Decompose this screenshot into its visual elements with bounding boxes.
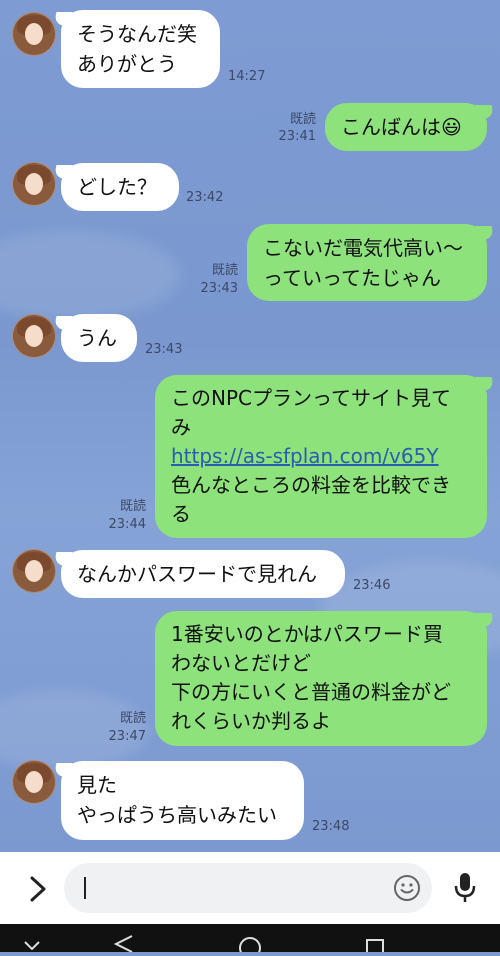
read-receipt: 既読 [119, 499, 146, 514]
message-time: 23:42 [186, 190, 224, 205]
message-input[interactable] [64, 863, 432, 913]
message-line: 色んなところの料金を比較でき [171, 473, 451, 497]
message-line: る [171, 502, 191, 526]
chevron-right-icon[interactable] [22, 872, 52, 906]
message-line: やっぱうち高いみたい [77, 803, 277, 827]
chat-area[interactable]: そうなんだ笑 ありがとう 14:27 既読 23:41 こんばんは😃 どした？ … [0, 0, 500, 852]
message-line: み [171, 415, 191, 439]
contact-avatar[interactable] [12, 760, 56, 804]
contact-avatar[interactable] [12, 12, 56, 56]
incoming-message-bubble[interactable]: 見た やっぱうち高いみたい [61, 761, 304, 840]
contact-avatar[interactable] [12, 314, 56, 358]
read-receipt: 既読 [289, 112, 316, 127]
nav-recent-icon[interactable] [365, 936, 385, 956]
message-line: なんかパスワードで見れん [77, 562, 317, 586]
nav-home-icon[interactable] [238, 934, 262, 956]
message-line: こないだ電気代高い〜 [263, 236, 463, 260]
microphone-icon[interactable] [450, 870, 480, 906]
message-time: 23:41 [278, 129, 316, 144]
message-line: こんばんは😃 [341, 115, 462, 139]
message-link[interactable]: https://as-sfplan.com/v65Y [171, 442, 471, 471]
message-time: 23:46 [353, 578, 391, 593]
message-line: 1番安いのとかはパスワード買 [171, 622, 443, 646]
contact-avatar[interactable] [12, 549, 56, 593]
message-line: このNPCプランってサイト見て [171, 386, 451, 410]
read-receipt: 既読 [119, 711, 146, 726]
message-line: うん [77, 326, 117, 350]
message-line: どした？ [77, 175, 157, 199]
read-receipt: 既読 [211, 263, 238, 278]
incoming-message-bubble[interactable]: そうなんだ笑 ありがとう [61, 10, 220, 88]
message-line: 見た [77, 773, 117, 797]
incoming-message-bubble[interactable]: なんかパスワードで見れん [61, 550, 345, 598]
message-line: れくらいか判るよ [171, 709, 331, 733]
contact-avatar[interactable] [12, 162, 56, 206]
message-time: 23:43 [145, 342, 183, 357]
incoming-message-bubble[interactable]: どした？ [61, 163, 179, 211]
system-navigation-bar [0, 924, 500, 956]
message-line: そうなんだ笑 [77, 22, 197, 46]
emoji-icon[interactable] [391, 872, 423, 904]
message-line: 下の方にいくと普通の料金がど [171, 680, 451, 704]
message-time: 23:44 [108, 517, 146, 532]
nav-hide-icon[interactable] [22, 936, 42, 952]
message-line: わないとだけど [171, 651, 311, 675]
nav-back-icon[interactable] [112, 934, 136, 953]
incoming-message-bubble[interactable]: うん [61, 314, 137, 362]
outgoing-message-bubble[interactable]: こないだ電気代高い〜 っていってたじゃん [247, 224, 487, 301]
message-line: ありがとう [77, 52, 177, 76]
message-time: 23:47 [108, 729, 146, 744]
text-caret [84, 877, 86, 899]
message-input-bar [0, 852, 500, 924]
outgoing-message-bubble[interactable]: このNPCプランってサイト見て み https://as-sfplan.com/… [155, 375, 487, 538]
outgoing-message-bubble[interactable]: 1番安いのとかはパスワード買 わないとだけど 下の方にいくと普通の料金がど れく… [155, 611, 487, 746]
outgoing-message-bubble[interactable]: こんばんは😃 [325, 103, 487, 151]
message-time: 14:27 [228, 69, 266, 84]
message-line: っていってたじゃん [263, 266, 441, 290]
message-time: 23:43 [200, 281, 238, 296]
message-time: 23:48 [312, 819, 350, 834]
